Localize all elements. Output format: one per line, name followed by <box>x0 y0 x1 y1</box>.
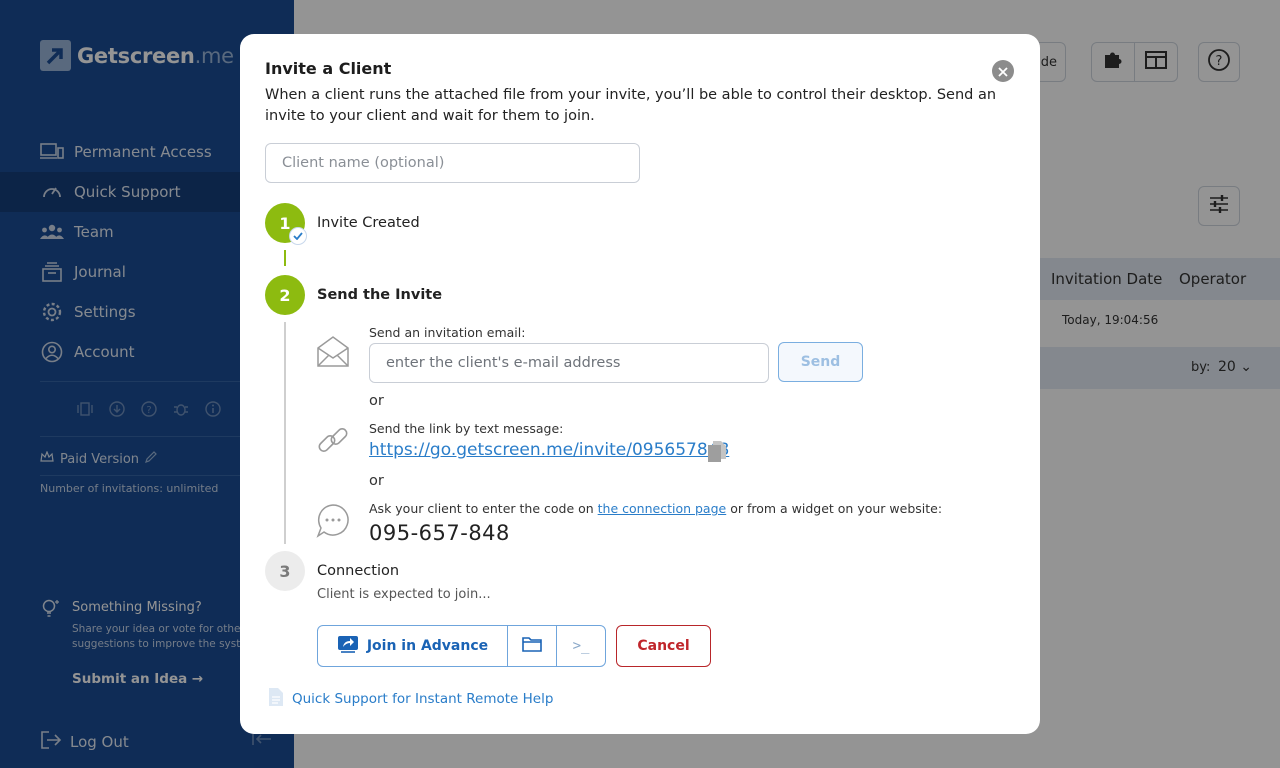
connection-status: Client is expected to join... <box>317 587 491 602</box>
step-connector <box>284 250 286 266</box>
or-separator: or <box>369 473 384 489</box>
help-article-link[interactable]: Quick Support for Instant Remote Help <box>268 687 553 711</box>
folder-icon <box>522 636 542 656</box>
step-number: 1 <box>279 213 291 233</box>
client-name-input[interactable] <box>265 143 640 183</box>
modal-title: Invite a Client <box>265 59 392 78</box>
send-button[interactable]: Send <box>778 342 863 382</box>
code-instruction-text: Ask your client to enter the code on <box>369 501 598 516</box>
join-in-advance-label: Join in Advance <box>366 638 489 654</box>
share-screen-icon <box>337 635 359 657</box>
join-button-group: Join in Advance >_ <box>317 625 606 667</box>
copy-icon[interactable] <box>706 440 728 468</box>
step-number: 3 <box>279 561 291 581</box>
terminal-icon: >_ <box>572 638 590 654</box>
step-number: 2 <box>279 285 291 305</box>
invite-client-modal: Invite a Client When a client runs the a… <box>240 34 1040 734</box>
step-3-label: Connection <box>317 563 400 579</box>
cancel-button[interactable]: Cancel <box>616 625 711 667</box>
email-label: Send an invitation email: <box>369 325 526 340</box>
step-connector <box>284 322 286 544</box>
step-2-label: Send the Invite <box>317 287 443 303</box>
step-2-badge: 2 <box>265 275 305 315</box>
code-instruction-text: or from a widget on your website: <box>726 501 943 516</box>
step-1-label: Invite Created <box>317 215 420 231</box>
sms-label: Send the link by text message: <box>369 421 564 436</box>
document-icon <box>268 687 284 711</box>
modal-description: When a client runs the attached file fro… <box>265 87 997 124</box>
envelope-icon <box>316 334 350 372</box>
step-1-badge: 1 <box>265 203 307 245</box>
check-icon <box>289 227 307 245</box>
invite-code: 095-657-848 <box>369 521 510 545</box>
close-button[interactable] <box>992 60 1014 82</box>
close-icon <box>998 62 1008 81</box>
link-icon <box>316 423 350 461</box>
join-in-advance-button[interactable]: Join in Advance <box>318 626 508 666</box>
connection-page-link[interactable]: the connection page <box>598 501 727 516</box>
file-transfer-button[interactable] <box>508 626 557 666</box>
email-input[interactable] <box>369 343 769 383</box>
chat-bubble-icon <box>316 503 350 543</box>
terminal-button[interactable]: >_ <box>557 626 605 666</box>
invite-link[interactable]: https://go.getscreen.me/invite/095657848 <box>369 440 729 460</box>
code-instruction: Ask your client to enter the code on the… <box>369 501 942 516</box>
step-3-badge: 3 <box>265 551 305 591</box>
or-separator: or <box>369 393 384 409</box>
help-article-label: Quick Support for Instant Remote Help <box>292 691 554 707</box>
